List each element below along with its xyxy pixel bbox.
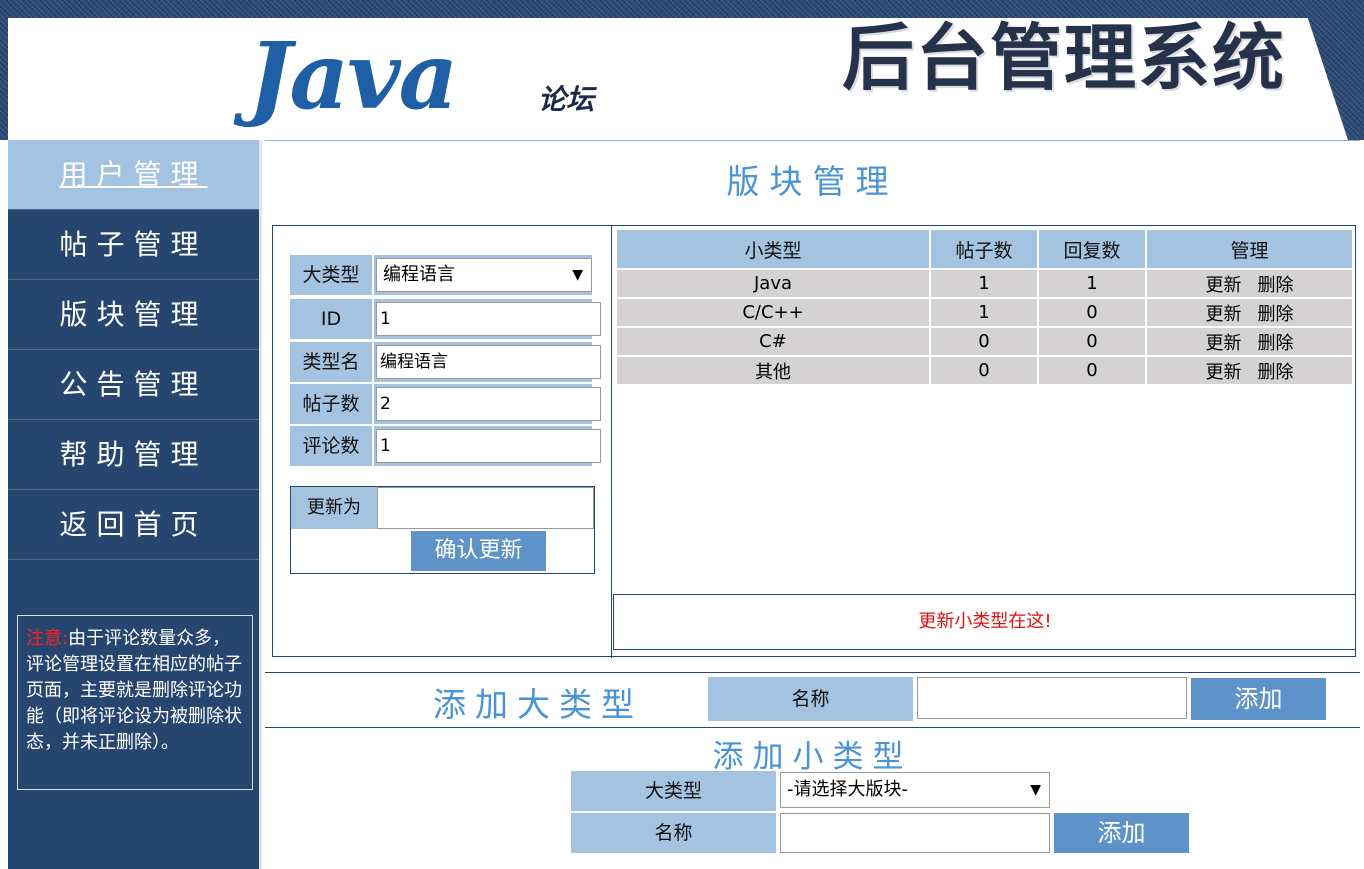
delete-link[interactable]: 删除 bbox=[1258, 304, 1294, 325]
add-subtype-button[interactable]: 添加 bbox=[1054, 813, 1189, 853]
header-posts: 帖子数 bbox=[931, 230, 1037, 268]
update-box: 更新为 确认更新 bbox=[290, 486, 595, 574]
header-replies: 回复数 bbox=[1039, 230, 1145, 268]
forum-logo-text: 论坛 bbox=[538, 83, 595, 116]
add-subtype-category-value: -请选择大版块- bbox=[787, 779, 908, 800]
cell-posts: 0 bbox=[931, 357, 1037, 384]
sidebar-item-user-management[interactable]: 用户管理 bbox=[8, 140, 259, 210]
add-category-section: 添加大类型 名称 添加 bbox=[265, 672, 1360, 728]
table-row: 其他 0 0 更新 删除 bbox=[617, 357, 1352, 384]
cell-replies: 0 bbox=[1039, 357, 1145, 384]
delete-link[interactable]: 删除 bbox=[1258, 275, 1294, 296]
typename-label: 类型名 bbox=[290, 342, 372, 382]
add-subtype-name-input[interactable] bbox=[780, 813, 1050, 853]
delete-link[interactable]: 删除 bbox=[1258, 333, 1294, 354]
cell-manage: 更新 删除 bbox=[1147, 270, 1352, 297]
header-banner: Java 论坛 后台管理系统 bbox=[0, 0, 1364, 140]
delete-link[interactable]: 删除 bbox=[1258, 362, 1294, 383]
cell-manage: 更新 删除 bbox=[1147, 299, 1352, 326]
system-title: 后台管理系统 bbox=[842, 16, 1287, 100]
sidebar-item-announcement-management[interactable]: 公告管理 bbox=[8, 350, 259, 420]
java-logo: Java bbox=[248, 22, 458, 130]
update-link[interactable]: 更新 bbox=[1206, 362, 1242, 383]
id-input[interactable]: 1 bbox=[376, 302, 601, 336]
add-category-name-input[interactable] bbox=[917, 677, 1187, 719]
comments-label: 评论数 bbox=[290, 426, 372, 466]
update-link[interactable]: 更新 bbox=[1206, 304, 1242, 325]
cell-subtype: 其他 bbox=[617, 357, 929, 384]
header-manage: 管理 bbox=[1147, 230, 1352, 268]
update-subtype-hint: 更新小类型在这! bbox=[613, 594, 1356, 650]
add-category-name-label: 名称 bbox=[708, 677, 913, 721]
update-link[interactable]: 更新 bbox=[1206, 333, 1242, 354]
dropdown-arrow-icon: ▼ bbox=[1030, 782, 1041, 798]
add-subtype-name-label: 名称 bbox=[571, 813, 776, 853]
add-subtype-category-select[interactable]: -请选择大版块- ▼ bbox=[780, 772, 1050, 808]
page-title: 版块管理 bbox=[726, 162, 899, 201]
typename-input[interactable]: 编程语言 bbox=[376, 345, 601, 379]
main-content: 版块管理 大类型 编程语言 ▼ ID 1 类型名 编程语言 帖子数 2 评论数 … bbox=[265, 140, 1360, 869]
table-row: C# 0 0 更新 删除 bbox=[617, 328, 1352, 355]
id-label: ID bbox=[290, 299, 372, 339]
cell-replies: 1 bbox=[1039, 270, 1145, 297]
header-subtype: 小类型 bbox=[617, 230, 929, 268]
sidebar-item-return-home[interactable]: 返回首页 bbox=[8, 490, 259, 560]
update-label: 更新为 bbox=[291, 487, 377, 529]
table-row: C/C++ 1 0 更新 删除 bbox=[617, 299, 1352, 326]
notice-box: 注意:由于评论数量众多，评论管理设置在相应的帖子页面，主要就是删除评论功能（即将… bbox=[17, 615, 253, 790]
sidebar-item-post-management[interactable]: 帖子管理 bbox=[8, 210, 259, 280]
confirm-update-button[interactable]: 确认更新 bbox=[411, 531, 546, 571]
subtype-table-area: 小类型 帖子数 回复数 管理 Java 1 1 更新 删除 C/C++ 1 0 … bbox=[613, 226, 1356, 658]
subtype-table: 小类型 帖子数 回复数 管理 Java 1 1 更新 删除 C/C++ 1 0 … bbox=[615, 228, 1354, 386]
update-link[interactable]: 更新 bbox=[1206, 275, 1242, 296]
category-select-value: 编程语言 bbox=[383, 264, 455, 285]
add-subtype-category-label: 大类型 bbox=[571, 771, 776, 811]
board-panel: 大类型 编程语言 ▼ ID 1 类型名 编程语言 帖子数 2 评论数 1 更新为… bbox=[272, 225, 1356, 658]
dropdown-arrow-icon: ▼ bbox=[572, 267, 583, 283]
edit-form: 大类型 编程语言 ▼ ID 1 类型名 编程语言 帖子数 2 评论数 1 更新为… bbox=[273, 226, 612, 658]
cell-replies: 0 bbox=[1039, 299, 1145, 326]
cell-subtype: C/C++ bbox=[617, 299, 929, 326]
notice-warning-label: 注意: bbox=[26, 628, 69, 649]
posts-label: 帖子数 bbox=[290, 384, 372, 424]
cell-replies: 0 bbox=[1039, 328, 1145, 355]
sidebar-item-board-management[interactable]: 版块管理 bbox=[8, 280, 259, 350]
update-input[interactable] bbox=[377, 487, 594, 529]
cell-posts: 1 bbox=[931, 270, 1037, 297]
category-select[interactable]: 编程语言 ▼ bbox=[376, 258, 592, 292]
cell-manage: 更新 删除 bbox=[1147, 357, 1352, 384]
category-label: 大类型 bbox=[290, 255, 372, 295]
cell-posts: 0 bbox=[931, 328, 1037, 355]
add-subtype-title: 添加小类型 bbox=[712, 739, 913, 775]
posts-input[interactable]: 2 bbox=[376, 387, 601, 421]
cell-manage: 更新 删除 bbox=[1147, 328, 1352, 355]
sidebar: 用户管理 帖子管理 版块管理 公告管理 帮助管理 返回首页 注意:由于评论数量众… bbox=[8, 140, 262, 869]
add-category-title: 添加大类型 bbox=[433, 685, 643, 724]
cell-posts: 1 bbox=[931, 299, 1037, 326]
table-header-row: 小类型 帖子数 回复数 管理 bbox=[617, 230, 1352, 268]
cell-subtype: Java bbox=[617, 270, 929, 297]
comments-input[interactable]: 1 bbox=[376, 429, 601, 463]
table-row: Java 1 1 更新 删除 bbox=[617, 270, 1352, 297]
sidebar-item-help-management[interactable]: 帮助管理 bbox=[8, 420, 259, 490]
cell-subtype: C# bbox=[617, 328, 929, 355]
add-category-button[interactable]: 添加 bbox=[1191, 678, 1326, 720]
